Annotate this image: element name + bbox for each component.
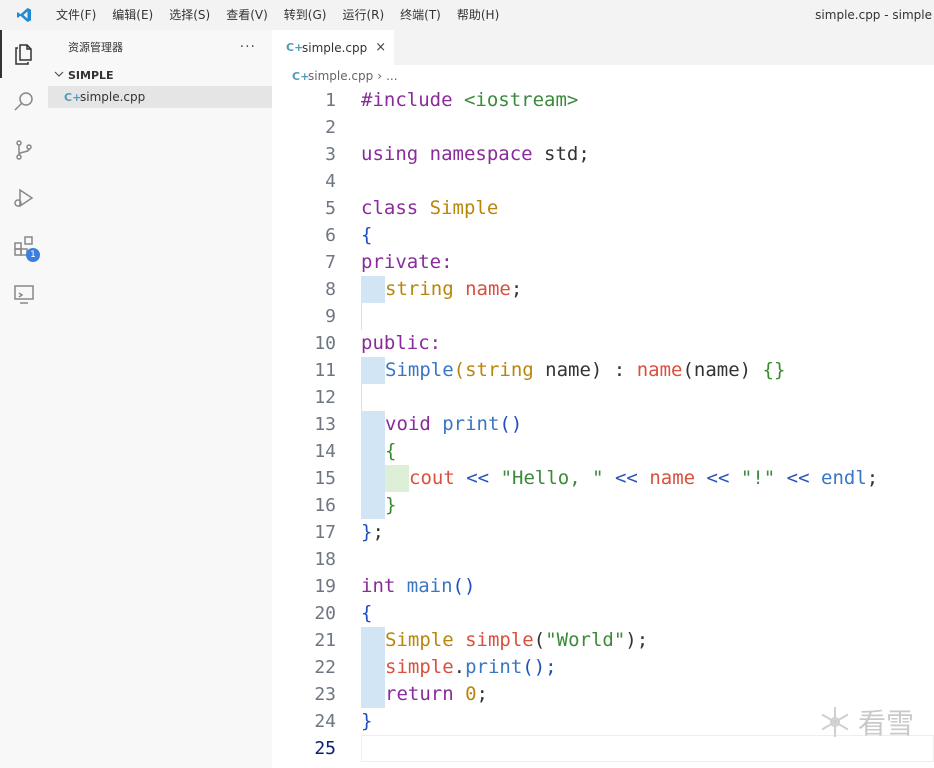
more-actions-icon[interactable]: ··· <box>240 39 256 55</box>
menu-file[interactable]: 文件(F) <box>48 0 104 30</box>
code-line-23: return 0; <box>385 683 488 705</box>
code-line-13: void print() <box>385 413 523 435</box>
line-number: 21 <box>314 630 336 651</box>
folder-label: SIMPLE <box>68 68 114 82</box>
watermark: 看雪 <box>818 702 914 742</box>
menu-go[interactable]: 转到(G) <box>276 0 335 30</box>
code-line-22: simple.print(); <box>385 656 557 678</box>
code-line-16: } <box>385 494 397 516</box>
code-line-10: public: <box>361 332 442 354</box>
search-icon[interactable] <box>0 78 48 126</box>
line-number: 12 <box>314 387 336 408</box>
cpp-file-icon: C+ <box>286 41 304 54</box>
breadcrumb-symbols[interactable]: ... <box>386 69 397 83</box>
line-number: 24 <box>314 711 336 732</box>
file-label: simple.cpp <box>80 90 146 104</box>
tab-simple-cpp[interactable]: C+ simple.cpp × <box>272 30 394 65</box>
menu-selection[interactable]: 选择(S) <box>161 0 218 30</box>
sidebar-header: 资源管理器 ··· <box>48 30 272 64</box>
window-title: simple.cpp - simple <box>815 8 932 22</box>
line-number: 16 <box>314 495 336 516</box>
menu-run[interactable]: 运行(R) <box>334 0 392 30</box>
line-number: 7 <box>325 252 336 273</box>
line-number: 13 <box>314 414 336 435</box>
snowflake-icon <box>821 707 849 737</box>
menu-edit[interactable]: 编辑(E) <box>104 0 161 30</box>
line-number: 17 <box>314 522 336 543</box>
line-number: 4 <box>325 171 336 192</box>
code-line-1: #include <iostream> <box>361 89 579 111</box>
close-icon[interactable]: × <box>375 40 386 55</box>
line-number: 9 <box>325 306 336 327</box>
line-number: 3 <box>325 144 336 165</box>
breadcrumb: C+ simple.cpp › ... <box>272 65 934 87</box>
line-number: 20 <box>314 603 336 624</box>
line-number: 8 <box>325 279 336 300</box>
line-number: 11 <box>314 360 336 381</box>
explorer-icon[interactable] <box>0 30 48 78</box>
code-line-3: using namespace std; <box>361 143 590 165</box>
code-editor[interactable]: 1 #include <iostream> 2 3 using namespac… <box>272 87 934 768</box>
code-line-7: private: <box>361 251 453 273</box>
extensions-badge: 1 <box>26 248 40 262</box>
line-number: 5 <box>325 198 336 219</box>
watermark-text: 看雪 <box>857 707 914 740</box>
title-bar: 文件(F) 编辑(E) 选择(S) 查看(V) 转到(G) 运行(R) 终端(T… <box>0 0 934 30</box>
line-number: 15 <box>314 468 336 489</box>
chevron-down-icon <box>54 69 68 82</box>
explorer-sidebar: 资源管理器 ··· SIMPLE C+ simple.cpp <box>48 30 272 768</box>
code-line-15: cout << "Hello, " << name << "!" << endl… <box>409 467 879 489</box>
code-line-19: int main() <box>361 575 476 597</box>
sidebar-title: 资源管理器 <box>68 41 123 54</box>
line-number: 14 <box>314 441 336 462</box>
chevron-right-icon: › <box>377 69 383 83</box>
code-line-6: { <box>361 224 373 246</box>
tab-label: simple.cpp <box>302 40 368 55</box>
activity-bar: 1 <box>0 30 48 768</box>
code-line-24: } <box>361 710 373 732</box>
line-number: 18 <box>314 549 336 570</box>
menu-view[interactable]: 查看(V) <box>218 0 276 30</box>
line-number: 6 <box>325 225 336 246</box>
cpp-file-icon: C+ <box>64 90 82 104</box>
line-number: 1 <box>325 90 336 111</box>
cpp-file-icon: C+ <box>292 69 310 83</box>
code-line-5: class Simple <box>361 197 499 219</box>
code-line-20: { <box>361 602 373 624</box>
line-number: 23 <box>314 684 336 705</box>
line-number: 2 <box>325 117 336 138</box>
line-number: 22 <box>314 657 336 678</box>
folder-simple[interactable]: SIMPLE <box>48 64 272 86</box>
code-line-17: }; <box>361 521 384 543</box>
menu-terminal[interactable]: 终端(T) <box>392 0 449 30</box>
vscode-logo-icon[interactable] <box>0 0 48 30</box>
menu-help[interactable]: 帮助(H) <box>449 0 507 30</box>
editor-tabs: C+ simple.cpp × <box>272 30 934 65</box>
line-number: 10 <box>314 333 336 354</box>
code-line-14: { <box>385 440 397 462</box>
breadcrumb-file[interactable]: simple.cpp <box>308 69 373 83</box>
line-number: 19 <box>314 576 336 597</box>
run-debug-icon[interactable] <box>0 174 48 222</box>
extensions-icon[interactable]: 1 <box>0 222 48 270</box>
source-control-icon[interactable] <box>0 126 48 174</box>
code-line-8: string name; <box>385 278 523 300</box>
remote-explorer-icon[interactable] <box>0 270 48 318</box>
code-line-11: Simple(string name) : name(name) {} <box>385 359 786 381</box>
line-number-current: 25 <box>314 738 336 759</box>
file-simple-cpp[interactable]: C+ simple.cpp <box>48 86 272 108</box>
code-line-21: Simple simple("World"); <box>385 629 649 651</box>
